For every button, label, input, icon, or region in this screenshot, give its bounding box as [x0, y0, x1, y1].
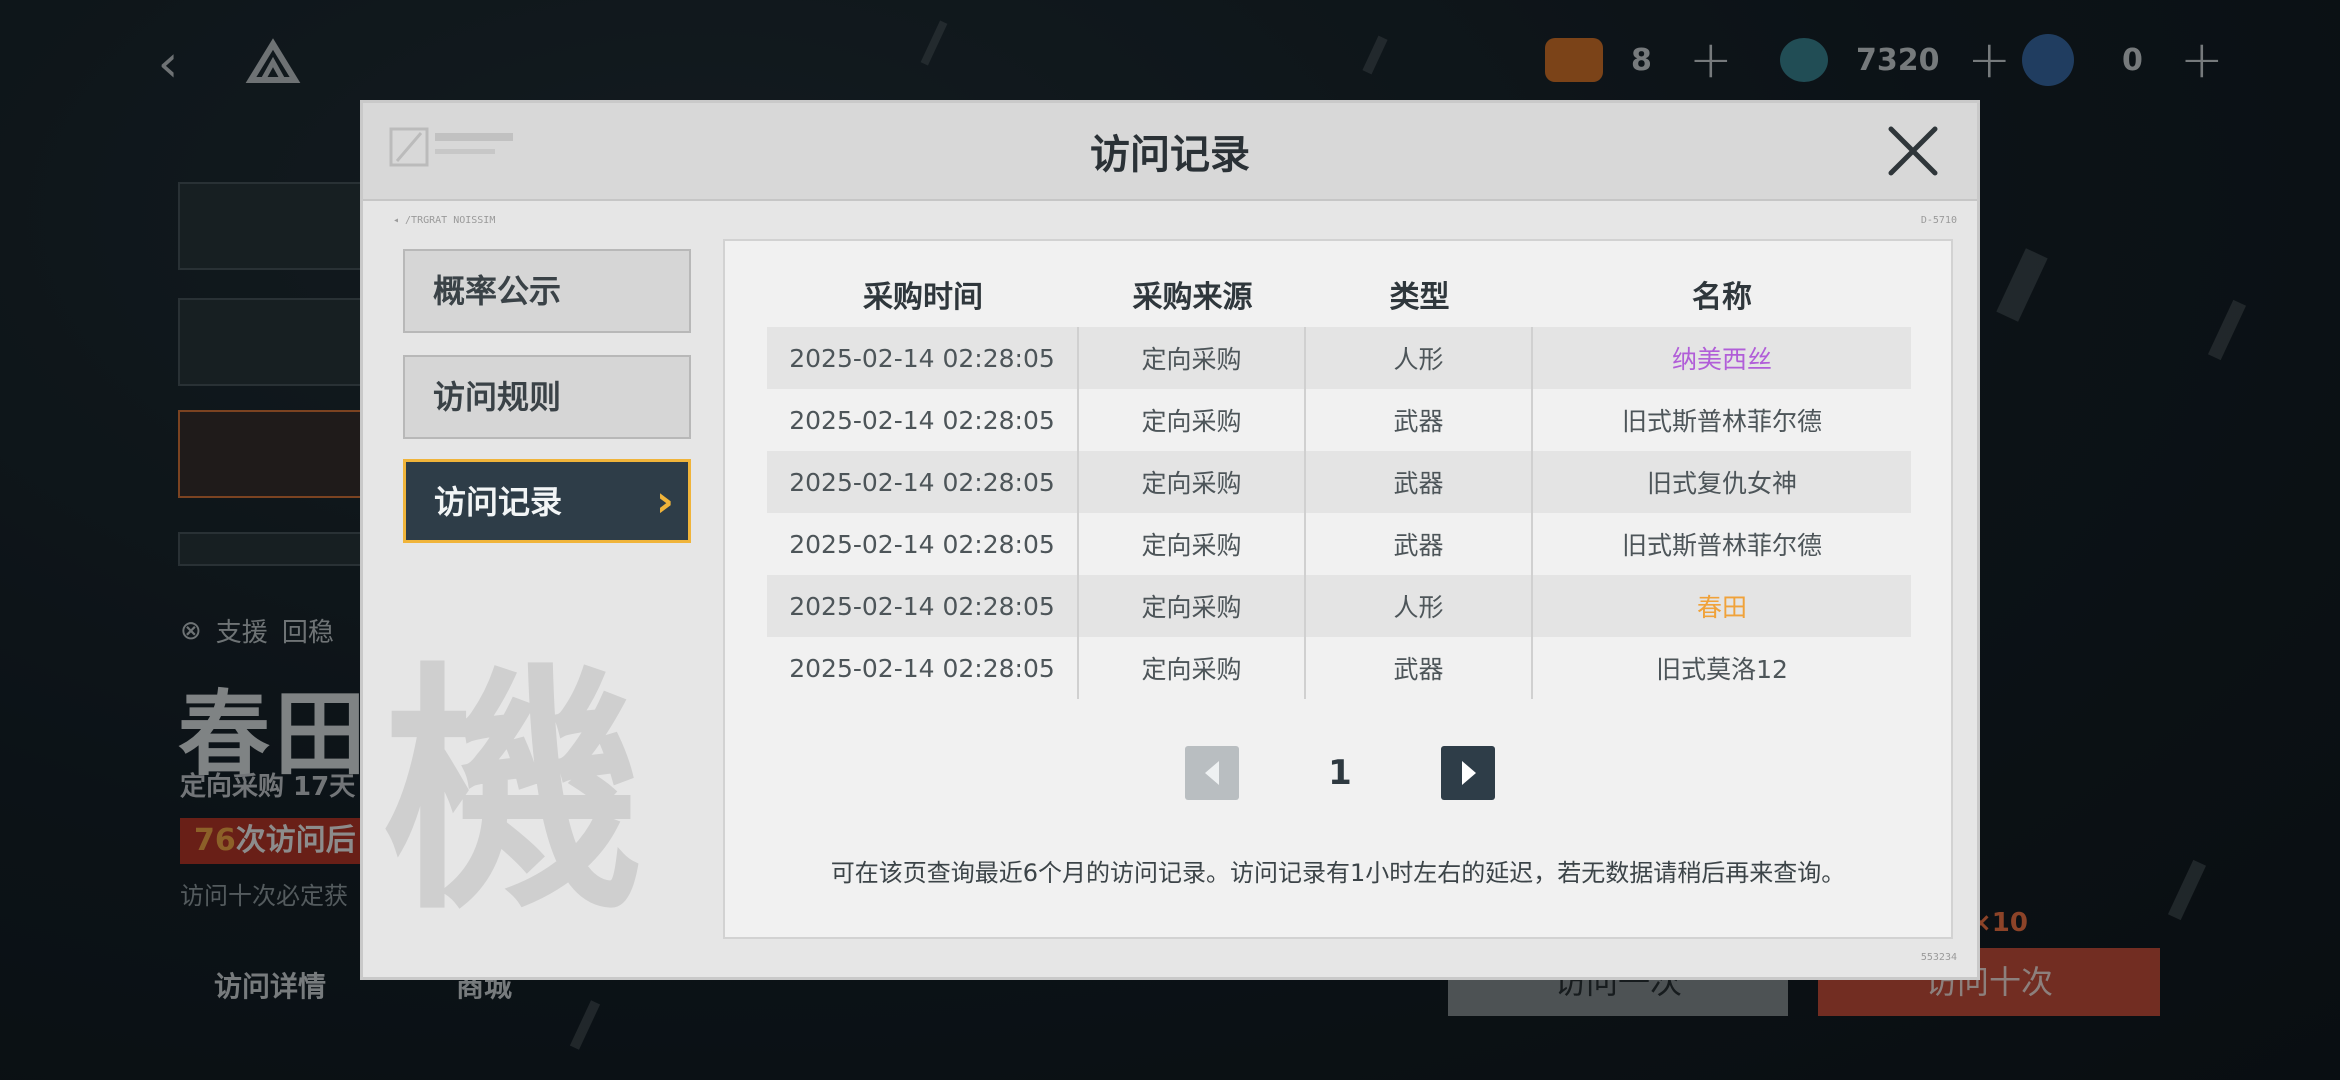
- side-tab-probability[interactable]: 概率公示: [403, 249, 691, 333]
- cell-type: 武器: [1306, 637, 1533, 699]
- cell-name: 旧式斯普林菲尔德: [1621, 407, 1822, 436]
- cell-name: 纳美西丝: [1533, 327, 1911, 389]
- side-tab-label: 访问记录: [434, 483, 563, 521]
- cell-type: 武器: [1306, 451, 1533, 513]
- cell-source: 定向采购: [1079, 451, 1306, 513]
- cell-time: 2025-02-14 02:28:05: [767, 389, 1079, 451]
- cell-source: 定向采购: [1079, 513, 1306, 575]
- watermark-glyph: 機: [383, 640, 643, 945]
- next-page-button[interactable]: [1441, 746, 1495, 800]
- cell-source: 定向采购: [1079, 389, 1306, 451]
- column-header-source: 采购来源: [1132, 280, 1253, 315]
- page-number: 1: [1328, 753, 1352, 793]
- table-row: 2025-02-14 02:28:05 定向采购 人形 纳美西丝: [767, 327, 1911, 389]
- column-header-type: 类型: [1389, 280, 1450, 315]
- decor-microtext: ◂ /TRGRAT NOISSIM: [393, 215, 496, 226]
- cell-time: 2025-02-14 02:28:05: [767, 451, 1079, 513]
- column-header-name: 名称: [1692, 280, 1752, 315]
- cell-source: 定向采购: [1079, 575, 1306, 637]
- close-icon[interactable]: [1883, 121, 1943, 181]
- cell-name: 春田: [1533, 575, 1911, 637]
- column-header-time: 采购时间: [863, 280, 983, 315]
- cell-type: 武器: [1306, 513, 1533, 575]
- decor-microtext: 553234: [1920, 952, 1957, 963]
- records-panel: 采购时间 采购来源 类型 名称 2025-02-14 02:28:05 定向采购…: [723, 239, 1953, 939]
- table-row: 2025-02-14 02:28:05 定向采购 武器 旧式斯普林菲尔德: [767, 389, 1911, 451]
- side-tab-records[interactable]: 访问记录 ›: [403, 459, 691, 543]
- table-row: 2025-02-14 02:28:05 定向采购 人形 春田: [767, 575, 1911, 637]
- table-row: 2025-02-14 02:28:05 定向采购 武器 旧式斯普林菲尔德: [767, 513, 1911, 575]
- table-row: 2025-02-14 02:28:05 定向采购 武器 旧式莫洛12: [767, 637, 1911, 699]
- side-tab-label: 概率公示: [433, 272, 562, 310]
- cell-name: 旧式复仇女神: [1533, 451, 1911, 513]
- cell-time: 2025-02-14 02:28:05: [767, 513, 1079, 575]
- cell-source: 定向采购: [1079, 637, 1306, 699]
- pagination: 1: [725, 746, 1951, 802]
- table-row: 2025-02-14 02:28:05 定向采购 武器 旧式复仇女神: [767, 451, 1911, 513]
- decor-microtext: D-5710: [1920, 215, 1957, 226]
- cell-name: 旧式莫洛12: [1656, 655, 1788, 684]
- cell-type: 武器: [1306, 389, 1533, 451]
- side-tab-rules[interactable]: 访问规则: [403, 355, 691, 439]
- dialog-title: 访问记录: [1090, 132, 1250, 178]
- cell-time: 2025-02-14 02:28:05: [767, 637, 1079, 699]
- table-header-row: 采购时间 采购来源 类型 名称: [767, 261, 1911, 327]
- records-table: 采购时间 采购来源 类型 名称 2025-02-14 02:28:05 定向采购…: [767, 261, 1911, 699]
- chevron-right-icon: ›: [655, 476, 674, 527]
- cell-time: 2025-02-14 02:28:05: [767, 327, 1079, 389]
- prev-page-button[interactable]: [1185, 746, 1239, 800]
- cell-name: 旧式斯普林菲尔德: [1621, 531, 1822, 560]
- records-note: 可在该页查询最近6个月的访问记录。访问记录有1小时左右的延迟，若无数据请稍后再来…: [830, 859, 1846, 887]
- cell-type: 人形: [1306, 575, 1533, 637]
- side-tab-label: 访问规则: [433, 378, 562, 416]
- cell-source: 定向采购: [1079, 327, 1306, 389]
- visit-record-dialog: 访问记录 ◂ /TRGRAT NOISSIM D-5710 553234 機 概…: [360, 100, 1980, 980]
- cell-time: 2025-02-14 02:28:05: [767, 575, 1079, 637]
- cell-type: 人形: [1306, 327, 1533, 389]
- dialog-header: 访问记录: [363, 103, 1977, 201]
